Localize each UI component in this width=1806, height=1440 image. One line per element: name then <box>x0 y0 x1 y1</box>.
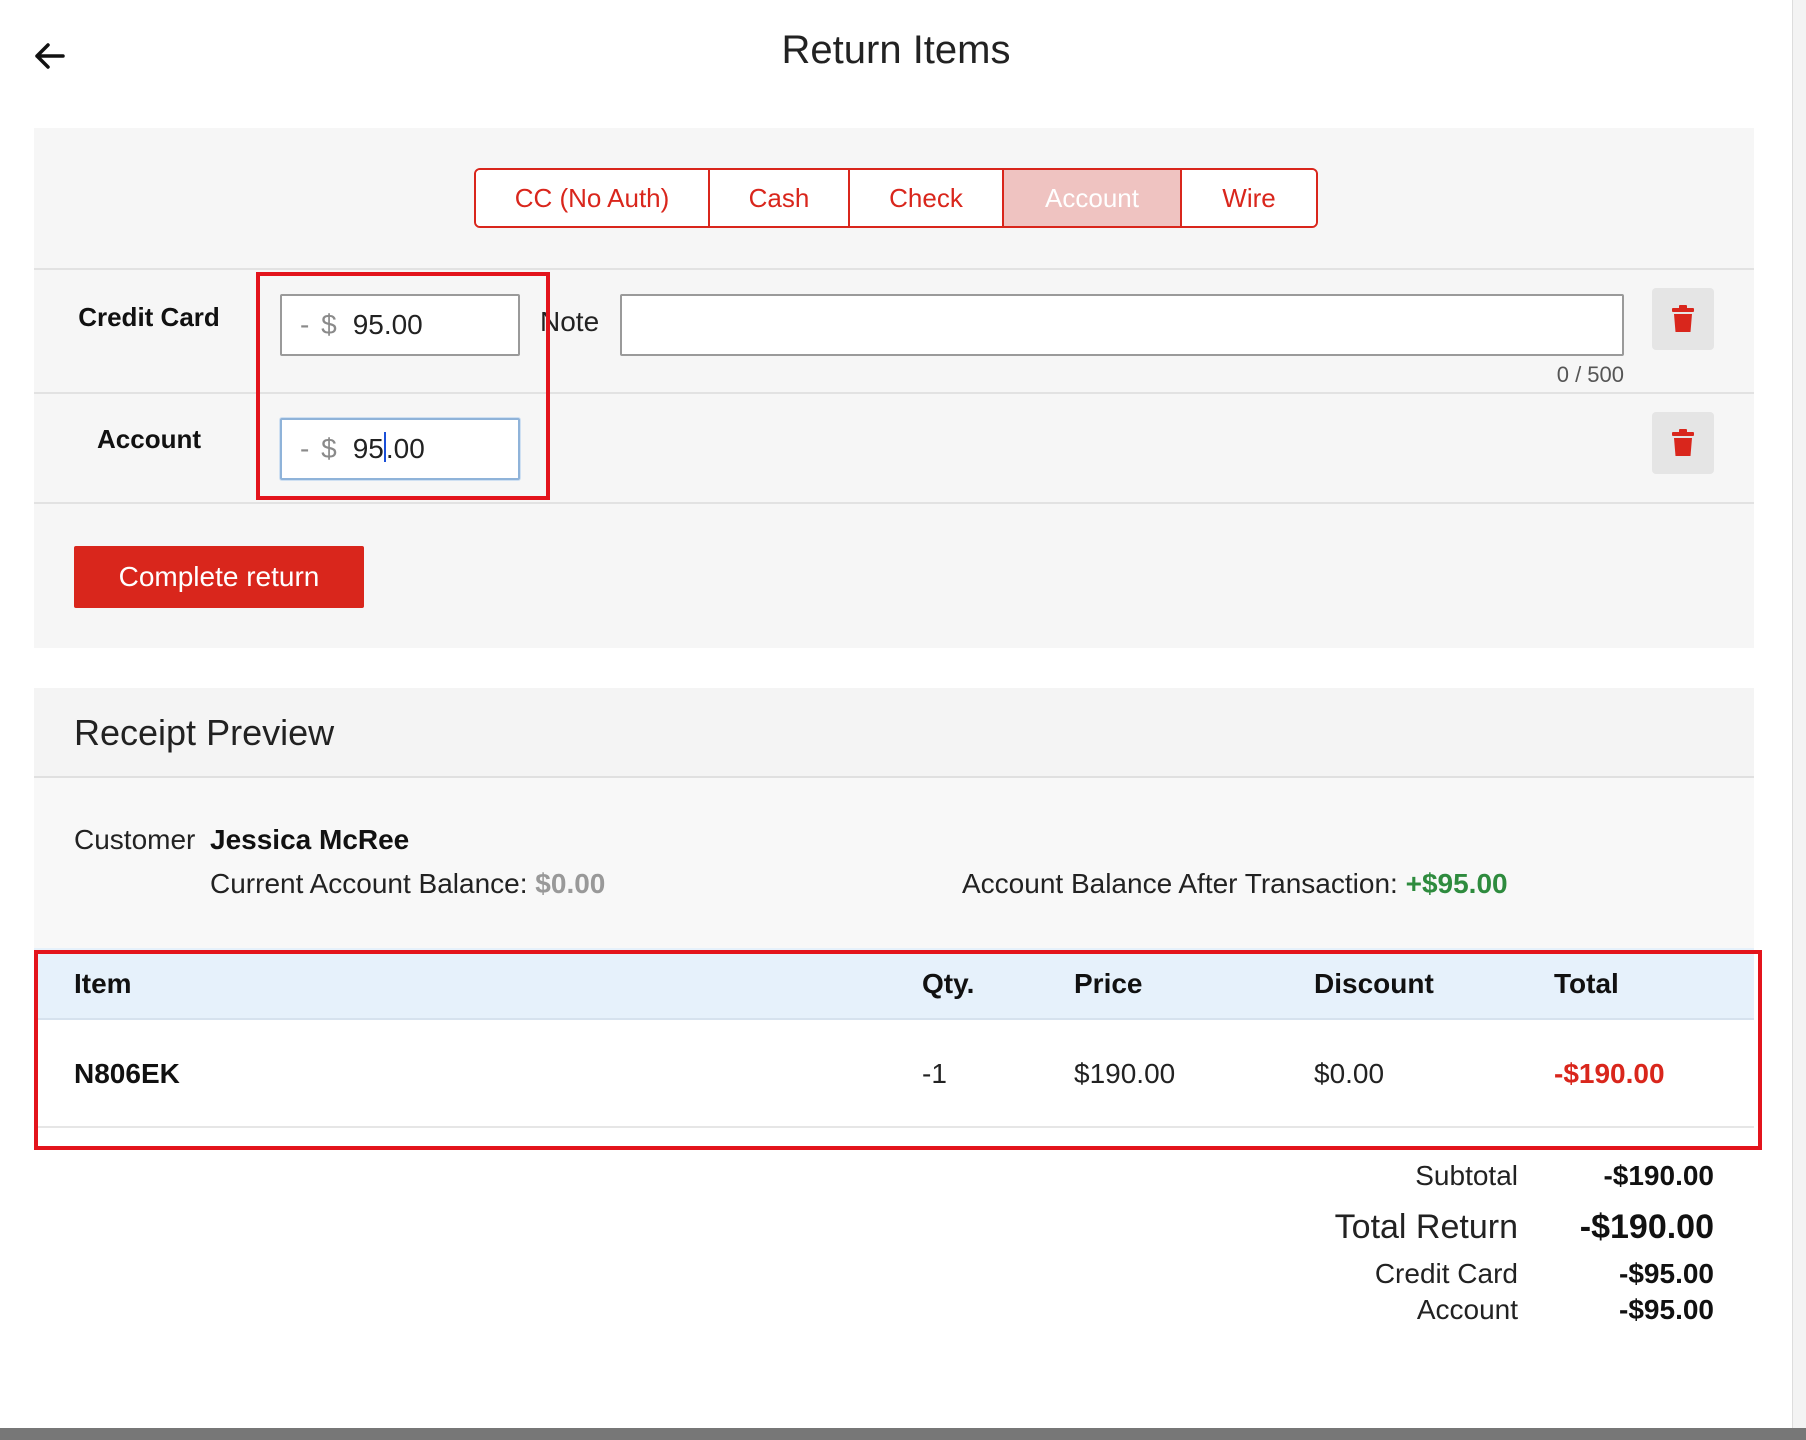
delete-payment-button[interactable] <box>1652 288 1714 350</box>
cell-price: $190.00 <box>1074 1058 1176 1089</box>
delete-payment-button[interactable] <box>1652 412 1714 474</box>
account-total-label: Account <box>1416 1294 1518 1325</box>
credit-card-total-value: -$95.00 <box>1619 1258 1714 1289</box>
complete-return-button[interactable]: Complete return <box>74 546 364 608</box>
total-return-value: -$190.00 <box>1579 1208 1714 1246</box>
cell-total: -$190.00 <box>1554 1058 1665 1089</box>
payment-row-account: Account - $ 95.00 <box>34 392 1754 504</box>
background-page-bottom <box>0 1428 1806 1440</box>
note-char-counter: 0 / 500 <box>1556 362 1624 387</box>
column-header-qty: Qty. <box>922 968 975 999</box>
after-balance: Account Balance After Transaction: +$95.… <box>962 868 1508 900</box>
amount-prefix: - $ <box>300 309 339 340</box>
current-balance-value: $0.00 <box>535 868 606 899</box>
amount-value: 95.00 <box>352 309 423 340</box>
current-balance-label: Current Account Balance: <box>210 868 528 899</box>
after-balance-value: +$95.00 <box>1405 868 1508 899</box>
page-title: Return Items <box>781 28 1011 72</box>
total-return-row: Total Return -$190.00 <box>1200 1204 1714 1258</box>
trash-icon <box>1672 305 1694 332</box>
credit-card-total-label: Credit Card <box>1374 1258 1518 1289</box>
column-header-total: Total <box>1554 968 1619 999</box>
account-total-row: Account -$95.00 <box>1200 1294 1714 1330</box>
amount-input[interactable]: - $ 95.00 <box>280 418 520 480</box>
subtotal-label: Subtotal <box>1415 1160 1518 1191</box>
receipt-totals: Subtotal -$190.00 Total Return -$190.00 … <box>1200 1160 1714 1330</box>
credit-card-total-row: Credit Card -$95.00 <box>1200 1258 1714 1294</box>
return-items-modal: Return Items CC (No Auth) Cash Check Acc… <box>0 0 1792 1428</box>
receipt-preview-header: Receipt Preview <box>34 688 1754 778</box>
column-header-discount: Discount <box>1314 968 1434 999</box>
amount-prefix: - $ <box>300 433 339 464</box>
amount-value-before-caret: 95 <box>352 433 384 464</box>
amount-input[interactable]: - $ 95.00 <box>280 294 520 356</box>
trash-icon <box>1672 429 1694 456</box>
table-row: N806EK -1 $190.00 $0.00 -$190.00 <box>34 1020 1754 1128</box>
table-header: Item Qty. Price Discount Total <box>34 948 1754 1020</box>
receipt-title: Receipt Preview <box>74 712 335 753</box>
tab-cash[interactable]: Cash <box>710 170 850 226</box>
payment-label: Credit Card <box>78 302 220 332</box>
after-balance-label: Account Balance After Transaction: <box>962 868 1398 899</box>
column-header-price: Price <box>1074 968 1143 999</box>
column-header-item: Item <box>74 968 132 999</box>
subtotal-value: -$190.00 <box>1603 1160 1714 1191</box>
tab-account[interactable]: Account <box>1004 170 1182 226</box>
tab-cc-no-auth[interactable]: CC (No Auth) <box>476 170 710 226</box>
subtotal-row: Subtotal -$190.00 <box>1200 1160 1714 1198</box>
current-balance: Current Account Balance: $0.00 <box>210 868 605 900</box>
note-label: Note <box>540 306 600 337</box>
payment-method-tabs: CC (No Auth) Cash Check Account Wire <box>474 168 1318 228</box>
note-input[interactable] <box>620 294 1624 356</box>
cell-qty: -1 <box>922 1058 947 1089</box>
total-return-label: Total Return <box>1334 1208 1518 1246</box>
amount-value-after-caret: .00 <box>385 433 425 464</box>
customer-label: Customer <box>74 824 196 855</box>
modal-header: Return Items <box>0 0 1792 110</box>
tab-wire[interactable]: Wire <box>1182 170 1316 226</box>
cell-item: N806EK <box>74 1058 180 1089</box>
payment-panel: CC (No Auth) Cash Check Account Wire Cre… <box>34 128 1754 648</box>
payment-label: Account <box>97 424 201 454</box>
tab-check[interactable]: Check <box>850 170 1004 226</box>
customer-name: Jessica McRee <box>210 824 410 855</box>
receipt-customer-info: Customer Jessica McRee Current Account B… <box>34 778 1754 948</box>
account-total-value: -$95.00 <box>1619 1294 1714 1325</box>
payment-row-credit-card: Credit Card - $ 95.00 Note 0 / 500 <box>34 268 1754 392</box>
items-table: Item Qty. Price Discount Total N806EK -1… <box>34 948 1754 1128</box>
background-page-edge <box>1792 0 1806 1440</box>
cell-discount: $0.00 <box>1314 1058 1385 1089</box>
